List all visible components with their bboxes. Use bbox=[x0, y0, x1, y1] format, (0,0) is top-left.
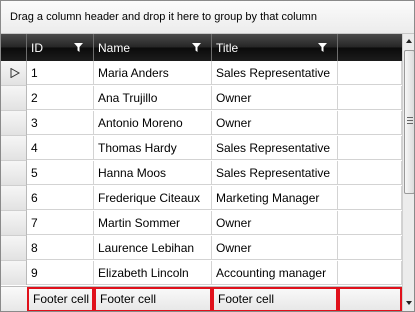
scroll-down-icon[interactable] bbox=[403, 296, 415, 310]
cell-filler bbox=[338, 161, 402, 185]
cell-title[interactable]: Sales Representative bbox=[212, 161, 338, 185]
row-indicator[interactable] bbox=[1, 236, 27, 261]
column-header-label: Name bbox=[98, 41, 131, 55]
row-indicator[interactable] bbox=[1, 186, 27, 211]
cell-title[interactable]: Marketing Manager bbox=[212, 186, 338, 210]
row-indicator[interactable] bbox=[1, 61, 27, 86]
cell-id[interactable]: 9 bbox=[27, 261, 94, 285]
table-row[interactable]: 9 Elizabeth Lincoln Accounting manager bbox=[1, 261, 402, 285]
column-header-name[interactable]: Name bbox=[94, 34, 212, 61]
table-row[interactable]: 6 Frederique Citeaux Marketing Manager bbox=[1, 186, 402, 211]
cell-name[interactable]: Antonio Moreno bbox=[94, 111, 212, 135]
cell-filler bbox=[338, 111, 402, 135]
table-row[interactable]: 4 Thomas Hardy Sales Representative bbox=[1, 136, 402, 161]
table-row[interactable]: 2 Ana Trujillo Owner bbox=[1, 86, 402, 111]
row-indicator[interactable] bbox=[1, 161, 27, 186]
cell-name[interactable]: Elizabeth Lincoln bbox=[94, 261, 212, 285]
cell-filler bbox=[338, 261, 402, 285]
scrollbar-thumb[interactable] bbox=[404, 50, 414, 194]
header-filler-cell bbox=[338, 34, 402, 61]
footer-cell-id: Footer cell bbox=[27, 287, 94, 311]
row-indicator[interactable] bbox=[1, 261, 27, 285]
cell-id[interactable]: 7 bbox=[27, 211, 94, 235]
cell-id[interactable]: 2 bbox=[27, 86, 94, 110]
group-panel[interactable]: Drag a column header and drop it here to… bbox=[1, 1, 414, 34]
grid-rows: 1 Maria Anders Sales Representative 2 An… bbox=[1, 61, 402, 285]
table-row[interactable]: 7 Martin Sommer Owner bbox=[1, 211, 402, 236]
footer-row: Footer cell Footer cell Footer cell bbox=[1, 286, 402, 311]
cell-title[interactable]: Owner bbox=[212, 111, 338, 135]
filter-icon[interactable] bbox=[74, 43, 83, 52]
row-indicator[interactable] bbox=[1, 136, 27, 161]
cell-title[interactable]: Owner bbox=[212, 211, 338, 235]
cell-id[interactable]: 6 bbox=[27, 186, 94, 210]
scroll-up-icon[interactable] bbox=[403, 34, 415, 48]
cell-filler bbox=[338, 136, 402, 160]
filter-icon[interactable] bbox=[192, 43, 201, 52]
footer-cell-title: Footer cell bbox=[212, 287, 338, 311]
cell-name[interactable]: Frederique Citeaux bbox=[94, 186, 212, 210]
cell-title[interactable]: Sales Representative bbox=[212, 61, 338, 85]
cell-filler bbox=[338, 61, 402, 85]
column-header-title[interactable]: Title bbox=[212, 34, 338, 61]
column-header-label: Title bbox=[216, 41, 239, 55]
cell-name[interactable]: Thomas Hardy bbox=[94, 136, 212, 160]
cell-id[interactable]: 5 bbox=[27, 161, 94, 185]
cell-title[interactable]: Accounting manager bbox=[212, 261, 338, 285]
footer-cell-extra bbox=[338, 287, 402, 311]
column-header-label: ID bbox=[31, 41, 43, 55]
cell-name[interactable]: Ana Trujillo bbox=[94, 86, 212, 110]
table-row[interactable]: 1 Maria Anders Sales Representative bbox=[1, 61, 402, 86]
vertical-scrollbar[interactable] bbox=[402, 34, 415, 311]
footer-cell-name: Footer cell bbox=[94, 287, 212, 311]
cell-name[interactable]: Maria Anders bbox=[94, 61, 212, 85]
cell-filler bbox=[338, 236, 402, 260]
current-row-arrow-icon bbox=[10, 68, 20, 78]
cell-id[interactable]: 1 bbox=[27, 61, 94, 85]
cell-name[interactable]: Martin Sommer bbox=[94, 211, 212, 235]
cell-title[interactable]: Owner bbox=[212, 236, 338, 260]
table-row[interactable]: 3 Antonio Moreno Owner bbox=[1, 111, 402, 136]
cell-title[interactable]: Owner bbox=[212, 86, 338, 110]
table-row[interactable]: 5 Hanna Moos Sales Representative bbox=[1, 161, 402, 186]
cell-id[interactable]: 8 bbox=[27, 236, 94, 260]
column-header-id[interactable]: ID bbox=[27, 34, 94, 61]
cell-name[interactable]: Laurence Lebihan bbox=[94, 236, 212, 260]
cell-id[interactable]: 3 bbox=[27, 111, 94, 135]
cell-title[interactable]: Sales Representative bbox=[212, 136, 338, 160]
cell-filler bbox=[338, 186, 402, 210]
header-indicator-cell bbox=[1, 34, 27, 61]
cell-filler bbox=[338, 211, 402, 235]
cell-name[interactable]: Hanna Moos bbox=[94, 161, 212, 185]
row-indicator[interactable] bbox=[1, 111, 27, 136]
cell-filler bbox=[338, 86, 402, 110]
row-indicator[interactable] bbox=[1, 211, 27, 236]
cell-id[interactable]: 4 bbox=[27, 136, 94, 160]
filter-icon[interactable] bbox=[318, 43, 327, 52]
column-header-row: ID Name Title bbox=[1, 34, 414, 61]
group-panel-hint: Drag a column header and drop it here to… bbox=[10, 11, 317, 23]
table-row[interactable]: 8 Laurence Lebihan Owner bbox=[1, 236, 402, 261]
grid-view: Drag a column header and drop it here to… bbox=[0, 0, 415, 312]
scroll-grip-icon bbox=[407, 117, 413, 124]
row-indicator[interactable] bbox=[1, 86, 27, 111]
